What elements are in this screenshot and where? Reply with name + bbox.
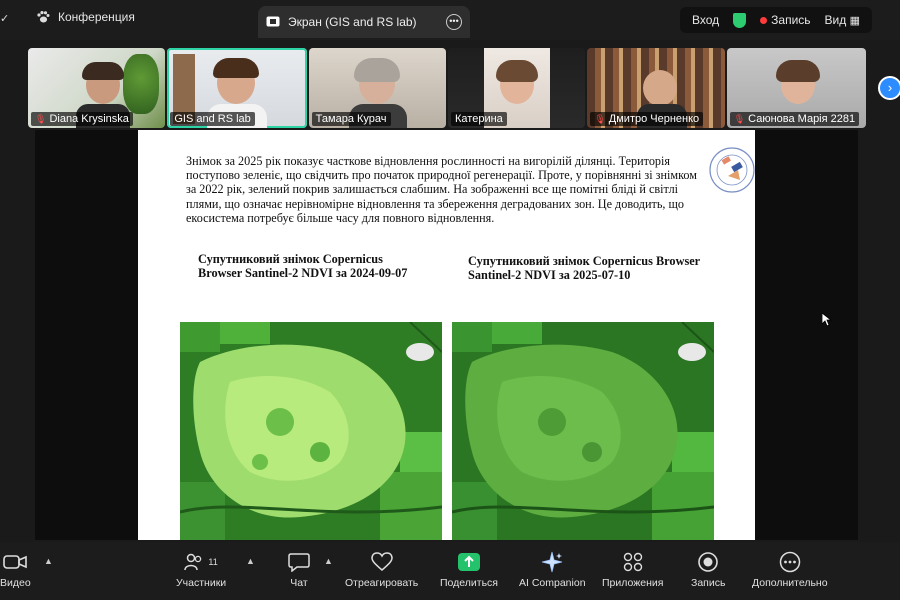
chevron-right-icon: › — [887, 80, 893, 95]
participant-name-tag: 🎙 Саюнова Марія 2281 — [729, 112, 860, 126]
participant-hair — [496, 60, 539, 82]
paw-icon — [37, 11, 50, 23]
participant-name-tag: 🎙 Diana Krysinska — [31, 112, 133, 126]
participant-name-tag: Тамара Курач — [311, 112, 391, 126]
shared-document: Знімок за 2025 рік показує часткове відн… — [138, 130, 832, 540]
shared-screen: Знімок за 2025 рік показує часткове відн… — [35, 130, 858, 540]
record-button[interactable]: Запись — [691, 550, 725, 589]
login-button[interactable]: Вход — [692, 13, 719, 27]
document-paragraph: Знімок за 2025 рік показує часткове відн… — [186, 154, 697, 225]
participant-hair — [82, 62, 124, 80]
participant-tile[interactable]: 🎙 Дмитро Черненко — [587, 48, 725, 128]
participant-name: Саюнова Марія 2281 — [748, 113, 856, 125]
video-button[interactable]: Видео — [0, 550, 31, 589]
participant-tile[interactable]: Тамара Курач — [308, 48, 447, 128]
react-button[interactable]: Отреагировать — [345, 550, 418, 589]
participants-icon: 11 — [184, 550, 218, 574]
tab-meeting[interactable]: Конференция — [36, 10, 135, 24]
participants-button[interactable]: 11 Участники — [176, 550, 226, 589]
video-options-caret-icon[interactable]: ▲ — [44, 556, 53, 566]
participant-face — [643, 70, 678, 106]
lab-logo-icon — [709, 147, 755, 193]
record-label: Запись — [771, 13, 811, 27]
sparkle-icon — [541, 550, 563, 574]
ndvi-map-2024 — [180, 322, 442, 540]
participant-name: Тамара Курач — [315, 113, 387, 125]
video-label: Видео — [0, 577, 31, 589]
view-label: Вид — [824, 13, 847, 27]
top-bar: ✓ Конференция Экран (GIS and RS lab) •••… — [0, 0, 900, 40]
share-label: Поделиться — [440, 577, 498, 589]
more-options-icon[interactable]: ••• — [446, 14, 462, 30]
caption-right: Супутниковий знімок Copernicus Browser S… — [468, 254, 700, 282]
participants-label: Участники — [176, 577, 227, 589]
view-button[interactable]: Вид ▦ — [825, 13, 860, 27]
share-screen-icon — [457, 550, 481, 574]
ai-companion-label: AI Companion — [519, 577, 586, 589]
ai-companion-button[interactable]: AI Companion — [519, 550, 586, 589]
participant-name-tag: GIS and RS lab — [170, 112, 255, 126]
participant-name: GIS and RS lab — [174, 113, 251, 125]
screen-share-icon — [266, 16, 280, 27]
chat-label: Чат — [290, 577, 308, 589]
caption-left: Супутниковий знімок Copernicus Browser S… — [198, 252, 408, 280]
participant-hair — [353, 58, 400, 82]
ndvi-map-2025 — [452, 322, 714, 540]
participant-hair — [775, 60, 820, 82]
meeting-toolbar: Видео ▲ 11 Участники ▲ Чат ▲ Отреагирова… — [0, 542, 900, 600]
record-toolbar-label: Запись — [691, 577, 726, 589]
mic-muted-icon: 🎙 — [594, 113, 606, 124]
record-indicator[interactable]: Запись — [760, 13, 811, 27]
record-dot-icon — [760, 17, 768, 24]
top-right-controls: Вход Запись Вид ▦ — [680, 7, 872, 33]
plant-decor — [123, 54, 160, 114]
more-dots-icon — [779, 550, 801, 574]
participant-name: Diana Krysinska — [49, 113, 129, 125]
heart-icon — [370, 550, 393, 574]
chat-button[interactable]: Чат — [288, 550, 310, 589]
apps-icon — [623, 550, 643, 574]
chat-options-caret-icon[interactable]: ▲ — [324, 556, 333, 566]
participant-tile[interactable]: 🎙 Diana Krysinska — [28, 48, 166, 128]
chevron-down-icon[interactable]: ✓ — [0, 12, 10, 25]
mic-muted-icon: 🎙 — [733, 113, 746, 124]
record-icon — [697, 550, 719, 574]
chat-icon — [288, 550, 310, 574]
participants-options-caret-icon[interactable]: ▲ — [246, 556, 255, 566]
apps-button[interactable]: Приложения — [602, 550, 663, 589]
participant-name: Катерина — [455, 113, 503, 125]
participant-name: Дмитро Черненко — [608, 113, 700, 125]
grid-view-icon: ▦ — [849, 15, 860, 27]
participant-hair — [213, 58, 260, 78]
share-button[interactable]: Поделиться — [440, 550, 498, 589]
apps-label: Приложения — [602, 577, 664, 589]
video-camera-icon — [3, 550, 28, 574]
participant-name-tag: 🎙 Дмитро Черненко — [590, 112, 704, 126]
participants-count: 11 — [208, 557, 218, 567]
participant-tile[interactable]: Катерина — [448, 48, 586, 128]
more-button[interactable]: Дополнительно — [752, 550, 828, 589]
shield-icon[interactable] — [733, 12, 747, 28]
more-label: Дополнительно — [752, 577, 828, 589]
tab-meeting-label: Конференция — [58, 10, 135, 24]
next-participants-button[interactable]: › — [878, 76, 900, 100]
tab-shared-screen[interactable]: Экран (GIS and RS lab) ••• — [258, 6, 470, 38]
participant-tile[interactable]: 🎙 Саюнова Марія 2281 — [726, 48, 867, 128]
react-label: Отреагировать — [345, 577, 419, 589]
participant-name-tag: Катерина — [451, 112, 507, 126]
participant-strip: 🎙 Diana Krysinska GIS and RS lab Тамара К… — [28, 48, 867, 128]
mouse-cursor-icon — [822, 313, 832, 327]
tab-shared-screen-label: Экран (GIS and RS lab) — [288, 15, 417, 29]
mic-muted-icon: 🎙 — [35, 113, 47, 124]
participant-tile-active[interactable]: GIS and RS lab — [167, 48, 307, 128]
